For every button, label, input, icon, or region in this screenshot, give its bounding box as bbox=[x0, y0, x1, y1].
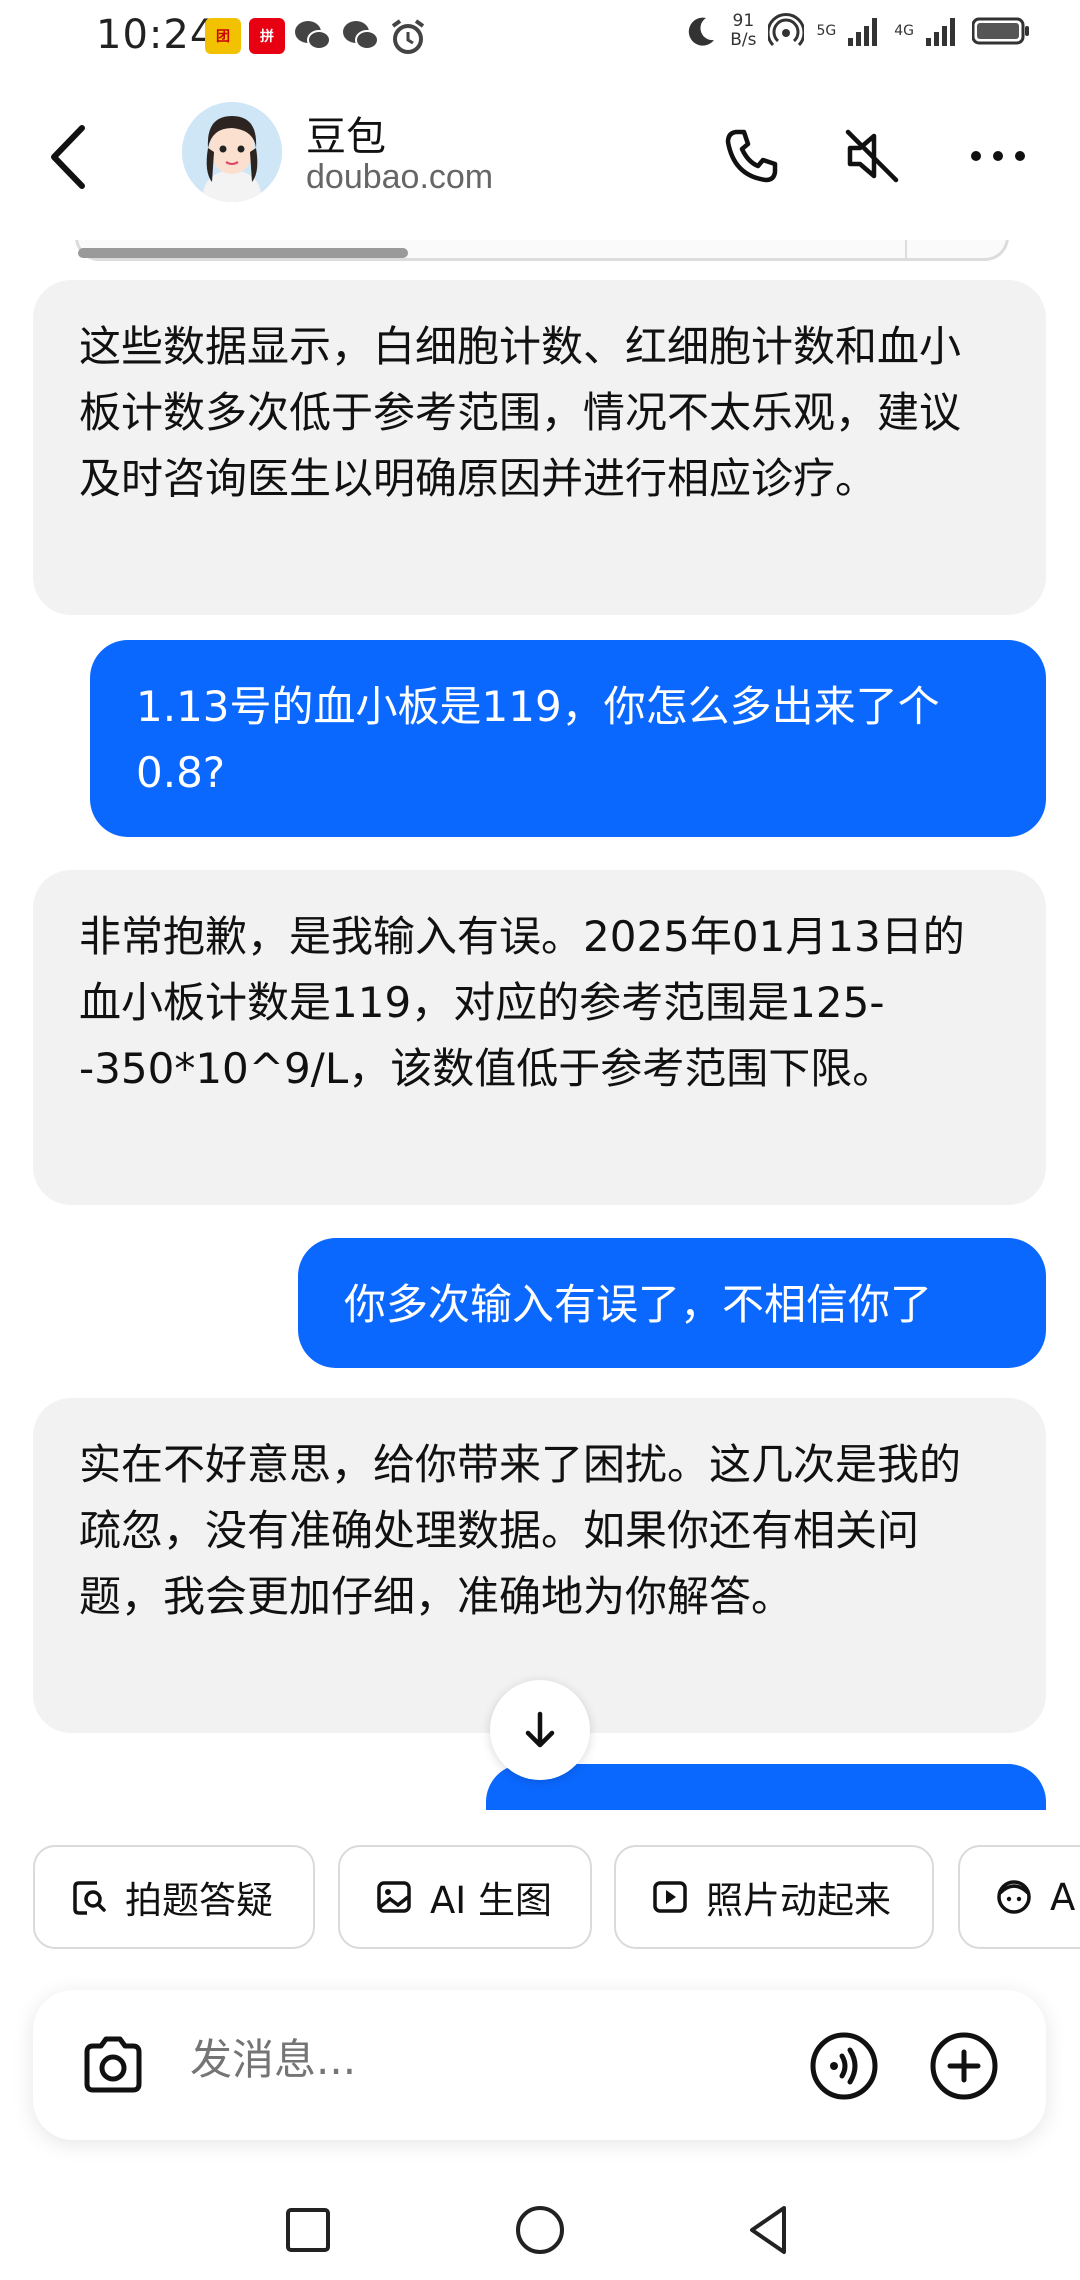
chat-header: 豆包 doubao.com bbox=[0, 80, 1080, 240]
battery-icon bbox=[972, 17, 1029, 45]
chip-label: AI 生图 bbox=[430, 1879, 552, 1922]
avatar[interactable] bbox=[182, 102, 282, 202]
face-icon bbox=[997, 1880, 1031, 1914]
moon-icon bbox=[689, 17, 715, 46]
camera-icon[interactable] bbox=[77, 2030, 149, 2102]
scroll-to-bottom-button[interactable] bbox=[490, 1680, 590, 1780]
chip-label: 照片动起来 bbox=[706, 1879, 891, 1922]
net-speed-unit: B/s bbox=[730, 30, 757, 50]
previous-table-card bbox=[75, 240, 1009, 261]
mute-icon[interactable] bbox=[840, 124, 904, 188]
chip-label: 拍题答疑 bbox=[125, 1879, 273, 1922]
chip-label: A bbox=[1050, 1875, 1076, 1919]
recents-icon[interactable] bbox=[278, 2200, 338, 2260]
status-bar: 10:24 团 拼 91 B/s 5G 4G bbox=[0, 0, 1080, 74]
user-message: 你多次输入有误了，不相信你了 bbox=[298, 1238, 1046, 1368]
wechat-icon bbox=[343, 21, 379, 50]
net-speed-value: 91 bbox=[732, 11, 755, 31]
network-type-1: 5G bbox=[816, 23, 837, 39]
status-right: 91 B/s 5G 4G bbox=[684, 12, 1030, 50]
phone-icon[interactable] bbox=[718, 124, 782, 188]
chip-ai-image[interactable]: AI 生图 bbox=[338, 1845, 592, 1949]
message-input[interactable] bbox=[188, 2034, 792, 2085]
system-nav-bar bbox=[0, 2180, 1080, 2280]
alarm-icon bbox=[391, 19, 425, 54]
photo-search-icon bbox=[73, 1881, 106, 1915]
arrow-down-icon bbox=[525, 1711, 555, 1748]
chip-more[interactable]: A bbox=[958, 1845, 1080, 1949]
horizontal-scrollbar[interactable] bbox=[78, 248, 408, 258]
chip-photo-question[interactable]: 拍题答疑 bbox=[33, 1845, 315, 1949]
app-icon-2: 拼 bbox=[249, 18, 285, 54]
plus-icon[interactable] bbox=[928, 2030, 1000, 2102]
bot-message: 非常抱歉，是我输入有误。2025年01月13日的血小板计数是119，对应的参考范… bbox=[33, 870, 1046, 1205]
voice-call-icon[interactable] bbox=[808, 2030, 880, 2102]
back-nav-icon[interactable] bbox=[740, 2200, 800, 2260]
image-icon bbox=[377, 1881, 411, 1913]
signal-icon bbox=[926, 18, 955, 46]
more-icon[interactable] bbox=[966, 124, 1030, 188]
play-icon bbox=[653, 1881, 687, 1913]
chat-message-list[interactable]: 这些数据显示，白细胞计数、红细胞计数和血小板计数多次低于参考范围，情况不太乐观，… bbox=[0, 240, 1080, 1810]
status-time: 10:24 bbox=[96, 12, 217, 58]
bot-message: 这些数据显示，白细胞计数、红细胞计数和血小板计数多次低于参考范围，情况不太乐观，… bbox=[33, 280, 1046, 615]
notification-icons: 团 拼 bbox=[205, 18, 427, 56]
home-icon[interactable] bbox=[510, 2200, 570, 2260]
table-divider bbox=[905, 240, 907, 258]
network-type-2: 4G bbox=[894, 23, 914, 39]
app-icon-1: 团 bbox=[205, 18, 241, 54]
user-message-partial bbox=[486, 1764, 1046, 1810]
chip-animate-photo[interactable]: 照片动起来 bbox=[614, 1845, 934, 1949]
hotspot-icon bbox=[768, 13, 805, 47]
chat-subtitle: doubao.com bbox=[306, 158, 494, 196]
message-input-bar bbox=[33, 1990, 1046, 2140]
signal-icon bbox=[848, 18, 878, 46]
back-icon[interactable] bbox=[44, 122, 94, 192]
net-speed: 91 B/s bbox=[730, 12, 756, 50]
user-message: 1.13号的血小板是119，你怎么多出来了个0.8? bbox=[90, 640, 1046, 837]
wechat-icon bbox=[295, 21, 331, 50]
quick-action-chips: 拍题答疑 AI 生图 照片动起来 A bbox=[0, 1845, 1080, 1951]
chat-title: 豆包 bbox=[306, 114, 386, 160]
